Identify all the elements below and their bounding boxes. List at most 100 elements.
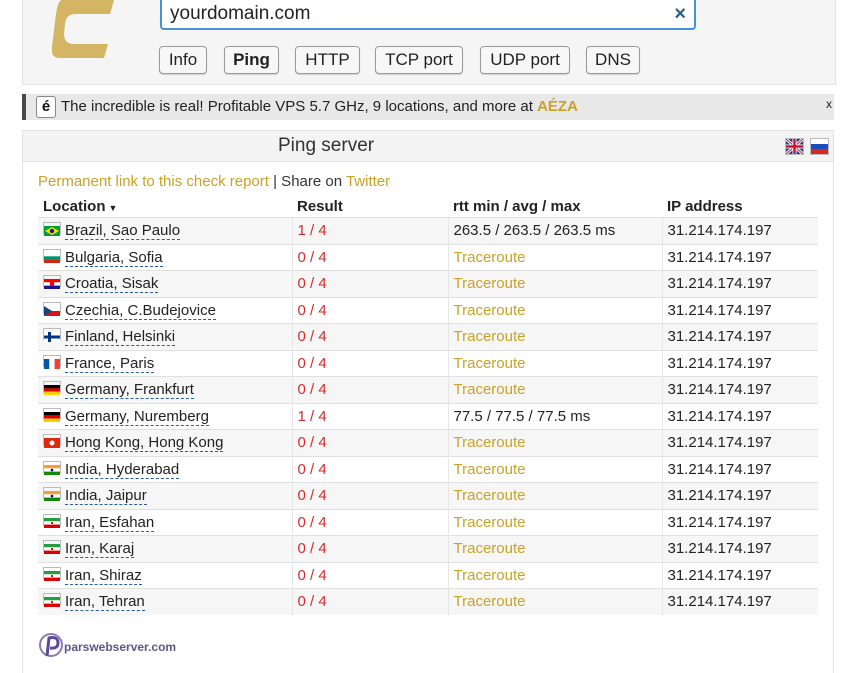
location-link[interactable]: Czechia, C.Budejovice	[65, 301, 216, 320]
cell-result: 0 / 4	[291, 588, 448, 615]
ip-address: 31.214.174.197	[667, 301, 772, 319]
twitter-link[interactable]: Twitter	[346, 173, 390, 190]
result-value: 0 / 4	[297, 460, 327, 478]
result-value: 0 / 4	[297, 566, 327, 584]
russian-flag-icon[interactable]	[810, 138, 829, 155]
cell-location: Croatia, Sisak	[38, 270, 292, 297]
hk-flag-icon	[43, 434, 61, 449]
english-flag-icon[interactable]	[785, 138, 804, 155]
traceroute-link[interactable]: Traceroute	[454, 434, 526, 451]
traceroute-link[interactable]: Traceroute	[454, 461, 526, 478]
ir-flag-icon	[43, 566, 61, 581]
in-flag-icon	[43, 460, 61, 475]
cell-location: India, Hyderabad	[38, 455, 292, 483]
host-input-wrapper: ×	[160, 0, 696, 30]
cell-result: 0 / 4	[291, 270, 448, 297]
cz-flag-icon	[43, 301, 61, 316]
ad-close-button[interactable]: x	[826, 97, 832, 111]
hr-flag-icon	[43, 275, 61, 290]
tab-info[interactable]: Info	[159, 46, 207, 74]
location-link[interactable]: Brazil, Sao Paulo	[65, 222, 181, 241]
cell-location: Iran, Karaj	[38, 535, 292, 562]
traceroute-link[interactable]: Traceroute	[454, 540, 526, 557]
location-link[interactable]: Finland, Helsinki	[65, 328, 176, 347]
location-link[interactable]: India, Jaipur	[65, 487, 147, 506]
column-location[interactable]: Location ▼	[38, 195, 292, 218]
location-link[interactable]: Bulgaria, Sofia	[65, 248, 163, 267]
cell-rtt: 77.5 / 77.5 / 77.5 ms	[447, 402, 662, 430]
traceroute-link[interactable]: Traceroute	[454, 593, 526, 610]
cell-ip: 31.214.174.197	[661, 508, 818, 536]
column-rtt: rtt min / avg / max	[453, 197, 581, 215]
cell-location: Finland, Helsinki	[38, 323, 292, 350]
tab-ping[interactable]: Ping	[224, 46, 279, 74]
cell-ip: 31.214.174.197	[661, 429, 818, 456]
location-link[interactable]: Iran, Shiraz	[65, 566, 142, 585]
table-row: France, Paris 0 / 4 Traceroute 31.214.174.1…	[38, 349, 818, 377]
cell-result: 0 / 4	[291, 535, 448, 562]
tab-http[interactable]: HTTP	[295, 46, 360, 74]
location-link[interactable]: Iran, Karaj	[65, 540, 135, 559]
page-title: Ping server	[278, 135, 375, 156]
tab-dns[interactable]: DNS	[586, 46, 640, 74]
parswebserver-logo-icon	[39, 633, 63, 657]
result-value: 0 / 4	[297, 354, 327, 372]
location-link[interactable]: Germany, Nuremberg	[65, 407, 209, 426]
ir-flag-icon	[43, 593, 61, 608]
location-link[interactable]: Iran, Esfahan	[65, 513, 155, 532]
ir-flag-icon	[43, 513, 61, 528]
permanent-link[interactable]: Permanent link to this check report	[38, 173, 269, 190]
table-row: Germany, Nuremberg 1 / 4 77.5 / 77.5 / 77.…	[38, 402, 818, 430]
traceroute-link[interactable]: Traceroute	[454, 328, 526, 345]
host-input[interactable]	[170, 2, 660, 26]
rtt-value: 77.5 / 77.5 / 77.5 ms	[453, 407, 591, 425]
ip-address: 31.214.174.197	[667, 487, 772, 505]
result-value: 0 / 4	[297, 540, 327, 558]
tab-udp-port[interactable]: UDP port	[480, 46, 570, 74]
tab-tcp-port[interactable]: TCP port	[375, 46, 463, 74]
sort-down-icon[interactable]: ▼	[109, 203, 118, 213]
cell-location: Hong Kong, Hong Kong	[38, 429, 292, 456]
in-flag-icon	[43, 487, 61, 502]
ad-brand-link[interactable]: AÉZA	[537, 98, 578, 115]
aeza-icon: é	[36, 96, 56, 118]
cell-location: Czechia, C.Budejovice	[38, 296, 292, 324]
rtt-value: 263.5 / 263.5 / 263.5 ms	[453, 222, 616, 240]
traceroute-link[interactable]: Traceroute	[454, 275, 526, 292]
cell-result: 0 / 4	[291, 323, 448, 350]
traceroute-link[interactable]: Traceroute	[454, 514, 526, 531]
table-row: Finland, Helsinki 0 / 4 Traceroute 31.214.1…	[38, 323, 818, 350]
ad-text[interactable]: The incredible is real! Profitable VPS 5…	[61, 98, 578, 115]
cell-rtt: Traceroute	[447, 482, 662, 509]
result-value: 0 / 4	[297, 487, 327, 505]
traceroute-link[interactable]: Traceroute	[454, 355, 526, 372]
cell-ip: 31.214.174.197	[661, 455, 818, 483]
location-link[interactable]: Croatia, Sisak	[65, 275, 159, 294]
location-link[interactable]: India, Hyderabad	[65, 460, 180, 479]
site-logo[interactable]	[52, 0, 114, 60]
traceroute-link[interactable]: Traceroute	[454, 249, 526, 266]
location-link[interactable]: Iran, Tehran	[65, 593, 145, 612]
traceroute-link[interactable]: Traceroute	[454, 381, 526, 398]
location-link[interactable]: Hong Kong, Hong Kong	[65, 434, 224, 453]
traceroute-link[interactable]: Traceroute	[454, 302, 526, 319]
result-value: 0 / 4	[297, 593, 327, 611]
location-link[interactable]: France, Paris	[65, 354, 155, 373]
bg-flag-icon	[43, 248, 61, 263]
ip-address: 31.214.174.197	[667, 222, 772, 240]
table-row: Iran, Tehran 0 / 4 Traceroute 31.214.174.19…	[38, 588, 818, 615]
fi-flag-icon	[43, 328, 61, 343]
cell-ip: 31.214.174.197	[661, 270, 818, 297]
location-link[interactable]: Germany, Frankfurt	[65, 381, 194, 400]
ad-banner[interactable]: é The incredible is real! Profitable VPS…	[22, 94, 834, 120]
table-row: Iran, Karaj 0 / 4 Traceroute 31.214.174.197	[38, 535, 818, 562]
clear-icon[interactable]: ×	[674, 3, 686, 25]
cell-result: 0 / 4	[291, 349, 448, 377]
cell-location: Brazil, Sao Paulo	[38, 217, 292, 244]
table-row: Germany, Frankfurt 0 / 4 Traceroute 31.214.…	[38, 376, 818, 403]
cell-rtt: Traceroute	[447, 349, 662, 377]
table-row: Bulgaria, Sofia 0 / 4 Traceroute 31.214.174…	[38, 243, 818, 271]
traceroute-link[interactable]: Traceroute	[454, 567, 526, 584]
fr-flag-icon	[43, 354, 61, 369]
traceroute-link[interactable]: Traceroute	[454, 487, 526, 504]
